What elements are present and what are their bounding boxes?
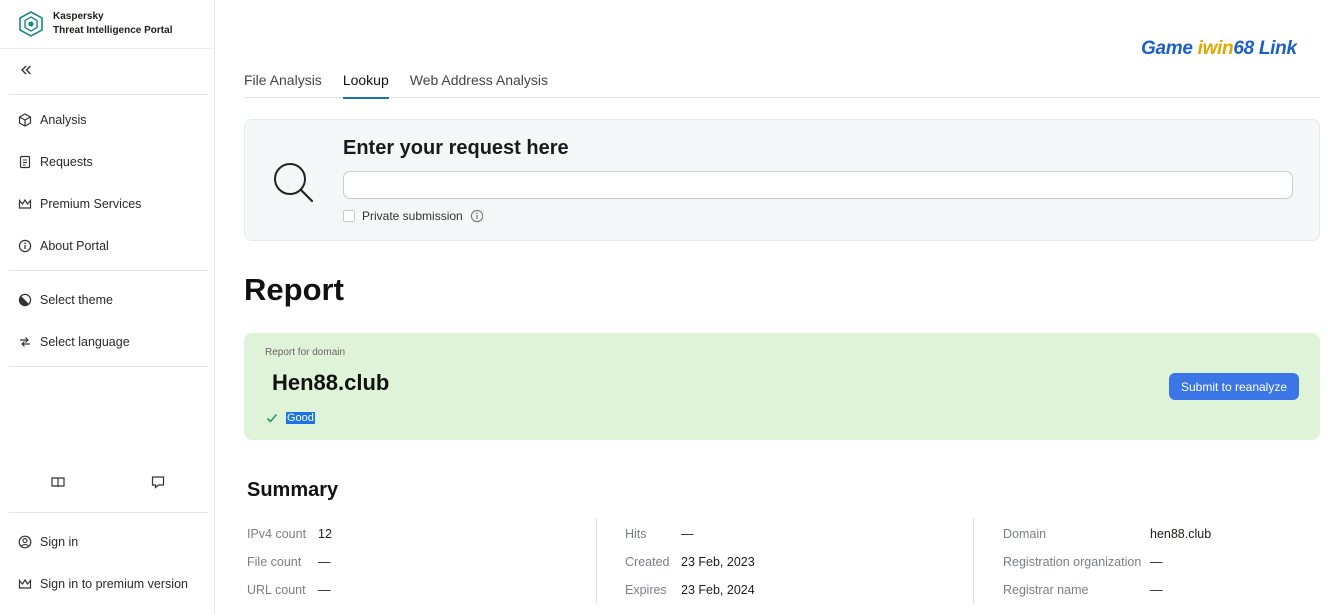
summary-row: Registration organization — [1003,548,1211,576]
summary-row: File count — [247,548,332,576]
document-icon [19,155,31,169]
divider [9,366,208,367]
user-icon [18,535,32,549]
tab-lookup[interactable]: Lookup [342,71,389,99]
divider [9,270,208,271]
book-icon[interactable] [50,474,66,490]
select-theme-button[interactable]: Select theme [18,291,113,309]
report-subtitle: Report for domain [265,347,346,358]
brand-product: Threat Intelligence Portal [53,25,173,36]
sign-in-label: Sign in [40,535,79,549]
status-badge: Good [286,412,315,424]
summary-row: URL count — [247,576,332,604]
search-card: Enter your request here Private submissi… [244,119,1320,241]
summary-title: Summary [247,479,339,501]
sidebar-item-premium-services[interactable]: Premium Services [18,195,141,213]
search-title: Enter your request here [343,137,569,159]
sign-in-button[interactable]: Sign in [18,533,78,551]
brand[interactable]: Kaspersky Threat Intelligence Portal [18,10,172,38]
language-icon [20,337,30,347]
watermark-logo: Game iwin68 Link [1141,38,1297,60]
check-icon [266,413,278,423]
summary-row: Hits — [625,520,755,548]
info-icon[interactable] [470,209,484,223]
sidebar-item-about-portal[interactable]: About Portal [18,237,109,255]
summary-value: — [1150,583,1163,597]
tab-bar: File Analysis Lookup Web Address Analysi… [244,71,1320,99]
feedback-icon[interactable] [150,474,166,490]
summary-value: 23 Feb, 2023 [681,555,755,569]
sidebar-item-analysis[interactable]: Analysis [18,111,87,129]
private-submission-row: Private submission [343,209,484,223]
summary-row: Domain hen88.club [1003,520,1211,548]
summary-row: Registrar name — [1003,576,1211,604]
sign-in-premium-button[interactable]: Sign in to premium version [18,575,188,593]
summary-label: IPv4 count [247,527,307,541]
kaspersky-logo-icon [19,11,43,37]
tab-web-address-analysis[interactable]: Web Address Analysis [410,71,548,98]
summary-label: Registration organization [1003,555,1142,569]
summary-column-2: Hits — Created 23 Feb, 2023 Expires 23 F… [625,520,755,604]
magnifier-icon [274,163,314,203]
theme-icon [18,293,32,307]
private-submission-label: Private submission [362,209,463,223]
summary-value: — [318,583,331,597]
summary-value: hen88.club [1150,527,1212,541]
crown-icon [18,198,32,209]
divider [973,518,974,604]
summary-value: 23 Feb, 2024 [681,583,755,597]
sidebar-item-label: About Portal [40,239,109,253]
summary-value: — [318,555,331,569]
sidebar-item-label: Premium Services [40,197,142,211]
summary-value: 12 [318,527,332,541]
summary-label: File count [247,555,302,569]
report-title: Report [244,272,344,307]
report-card: Report for domain Hen88.club Good Submit… [244,333,1320,440]
info-icon [18,239,32,253]
crown-icon [18,578,32,589]
summary-column-3: Domain hen88.club Registration organizat… [1003,520,1211,604]
sidebar-item-label: Requests [40,155,93,169]
select-language-button[interactable]: Select language [18,333,130,351]
sign-in-premium-label: Sign in to premium version [40,577,188,591]
summary-value: — [681,527,694,541]
brand-name: Kaspersky [53,11,104,22]
summary-label: URL count [247,583,306,597]
sidebar: Kaspersky Threat Intelligence Portal Ana… [0,0,215,614]
divider [0,48,215,49]
divider [596,518,597,604]
divider [9,512,208,513]
summary-row: Expires 23 Feb, 2024 [625,576,755,604]
private-submission-checkbox[interactable] [343,210,355,222]
watermark-middle: iwin [1197,38,1234,59]
summary-label: Expires [625,583,667,597]
sidebar-item-requests[interactable]: Requests [18,153,93,171]
summary-row: IPv4 count 12 [247,520,332,548]
divider [9,94,208,95]
summary-label: Hits [625,527,647,541]
submit-to-reanalyze-button[interactable]: Submit to reanalyze [1169,373,1299,400]
summary-label: Domain [1003,527,1047,541]
status-row: Good [266,412,315,424]
watermark-left: Game [1141,38,1198,59]
report-domain: Hen88.club [272,370,390,395]
summary-row: Created 23 Feb, 2023 [625,548,755,576]
search-input[interactable] [343,171,1293,199]
cube-icon [18,113,32,127]
select-theme-label: Select theme [40,293,113,307]
watermark-right: 68 Link [1233,38,1297,59]
summary-label: Created [625,555,670,569]
summary-value: — [1150,555,1163,569]
sidebar-item-label: Analysis [40,113,87,127]
summary-label: Registrar name [1003,583,1089,597]
collapse-sidebar-icon[interactable] [18,62,34,78]
summary-column-1: IPv4 count 12 File count — URL count — [247,520,332,604]
select-language-label: Select language [40,335,130,349]
tab-file-analysis[interactable]: File Analysis [244,71,322,98]
